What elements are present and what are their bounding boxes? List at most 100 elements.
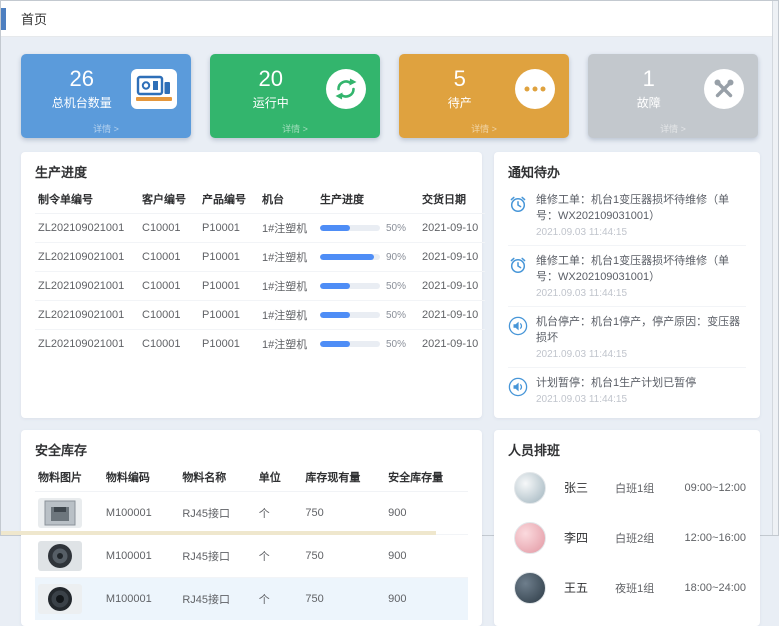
cell-name: RJ45接口 — [179, 491, 255, 534]
progress-percent: 50% — [386, 281, 406, 292]
machine-icon — [131, 69, 177, 109]
staff-schedule-panel: 人员排班 张三 白班1组 09:00~12:00 李四 白班2组 12:00~1… — [494, 430, 760, 626]
detail-link[interactable]: 详情 > — [588, 122, 758, 135]
notification-text-block: 机台停产：机台1停产，停产原因：变压器损坏 2021.09.03 11:44:1… — [536, 315, 746, 360]
notification-timestamp: 2021.09.03 11:44:15 — [536, 227, 746, 238]
cell-customer: C10001 — [139, 214, 199, 243]
cell-name: RJ45接口 — [179, 534, 255, 577]
table-header-row: 物料图片 物料编码 物料名称 单位 库存现有量 安全库存量 — [35, 463, 468, 492]
schedule-row: 李四 白班2组 12:00~16:00 — [508, 513, 746, 563]
detail-link[interactable]: 详情 > — [399, 122, 569, 135]
cell-progress: 50% — [317, 330, 419, 359]
cell-unit: 个 — [256, 491, 303, 534]
progress-fill — [320, 341, 350, 347]
speaker-icon — [508, 377, 528, 397]
col-header-onhand: 库存现有量 — [302, 463, 385, 492]
staff-name: 李四 — [564, 529, 615, 546]
table-row: ZL202109021001 C10001 P10001 1#注塑机 90% 2… — [35, 243, 485, 272]
cell-machine: 1#注塑机 — [259, 272, 317, 301]
cell-safety: 900 — [385, 491, 468, 534]
staff-shift: 白班1组 — [615, 480, 684, 496]
stat-card-fault[interactable]: 1 故障 详情 > — [588, 54, 758, 138]
cell-photo — [35, 577, 103, 620]
staff-time-range: 12:00~16:00 — [685, 532, 746, 544]
ellipsis-icon — [515, 69, 555, 109]
cell-customer: C10001 — [139, 301, 199, 330]
col-header-progress: 生产进度 — [317, 185, 419, 214]
speaker-part-photo — [38, 584, 82, 614]
cell-progress: 50% — [317, 214, 419, 243]
dashboard-window: 首页 26 总机台数量 详情 > — [0, 0, 779, 536]
detail-link[interactable]: 详情 > — [210, 122, 380, 135]
notification-item[interactable]: 维修工单：机台1变压器损坏待维修（单号：WX202109031001） 2021… — [508, 246, 746, 307]
stat-label: 运行中 — [218, 94, 323, 111]
detail-link[interactable]: 详情 > — [21, 122, 191, 135]
page-title-tab[interactable]: 首页 — [21, 9, 47, 28]
panel-title: 生产进度 — [35, 162, 468, 181]
cell-date: 2021-09-10 — [419, 214, 485, 243]
stat-card-body: 5 待产 — [407, 67, 512, 111]
notification-item[interactable]: 机台停产：机台1停产，停产原因：变压器损坏 2021.09.03 11:44:1… — [508, 307, 746, 368]
notification-message: 维修工单：机台1变压器损坏待维修（单号：WX202109031001） — [536, 193, 746, 225]
schedule-row: 王五 夜班1组 18:00~24:00 — [508, 563, 746, 613]
col-header-date: 交货日期 — [419, 185, 485, 214]
stat-value: 1 — [596, 67, 701, 90]
stat-card-running[interactable]: 20 运行中 详情 > — [210, 54, 380, 138]
progress-percent: 50% — [386, 339, 406, 350]
avatar — [514, 572, 546, 604]
cell-progress: 50% — [317, 272, 419, 301]
cell-onhand: 750 — [302, 491, 385, 534]
cell-machine: 1#注塑机 — [259, 330, 317, 359]
table-row: ZL202109021001 C10001 P10001 1#注塑机 50% 2… — [35, 214, 485, 243]
cell-product: P10001 — [199, 214, 259, 243]
alarm-clock-icon — [508, 194, 528, 214]
stat-cards: 26 总机台数量 详情 > 20 运行中 — [21, 54, 758, 138]
table-row: ZL202109021001 C10001 P10001 1#注塑机 50% 2… — [35, 330, 485, 359]
cell-machine: 1#注塑机 — [259, 243, 317, 272]
stat-card-total-machines[interactable]: 26 总机台数量 详情 > — [21, 54, 191, 138]
col-header-code: 物料编码 — [103, 463, 179, 492]
production-table: 制令单编号 客户编号 产品编号 机台 生产进度 交货日期 ZL202109021… — [35, 185, 485, 358]
notification-text-block: 维修工单：机台1变压器损坏待维修（单号：WX202109031001） 2021… — [536, 193, 746, 238]
cell-product: P10001 — [199, 243, 259, 272]
notification-item[interactable]: 计划暂停：机台1生产计划已暂停 2021.09.03 11:44:15 — [508, 368, 746, 412]
progress-fill — [320, 254, 374, 260]
topbar: 首页 — [1, 1, 778, 37]
col-header-order: 制令单编号 — [35, 185, 139, 214]
notification-item[interactable]: 维修工单：机台1变压器损坏待维修（单号：WX202109031001） 2021… — [508, 185, 746, 246]
cell-onhand: 750 — [302, 577, 385, 620]
cell-progress: 90% — [317, 243, 419, 272]
stat-card-body: 20 运行中 — [218, 67, 323, 111]
safety-stock-panel: 安全库存 物料图片 物料编码 物料名称 单位 库存现有量 安全库存量 — [21, 430, 482, 626]
col-header-customer: 客户编号 — [139, 185, 199, 214]
stat-card-pending[interactable]: 5 待产 详情 > — [399, 54, 569, 138]
cell-order: ZL202109021001 — [35, 330, 139, 359]
main-content: 26 总机台数量 详情 > 20 运行中 — [1, 54, 778, 626]
table-header-row: 制令单编号 客户编号 产品编号 机台 生产进度 交货日期 — [35, 185, 485, 214]
bottom-strip — [1, 531, 436, 535]
notification-timestamp: 2021.09.03 11:44:15 — [536, 394, 696, 405]
cell-order: ZL202109021001 — [35, 272, 139, 301]
cell-onhand: 750 — [302, 534, 385, 577]
col-header-machine: 机台 — [259, 185, 317, 214]
notification-message: 维修工单：机台1变压器损坏待维修（单号：WX202109031001） — [536, 254, 746, 286]
cell-code: M100001 — [103, 534, 179, 577]
scrollbar[interactable] — [772, 1, 778, 535]
cell-name: RJ45接口 — [179, 577, 255, 620]
col-header-photo: 物料图片 — [35, 463, 103, 492]
speaker-icon — [508, 316, 528, 336]
col-header-safety: 安全库存量 — [385, 463, 468, 492]
rj45-connector-photo — [38, 498, 82, 528]
notification-timestamp: 2021.09.03 11:44:15 — [536, 349, 746, 360]
staff-name: 王五 — [564, 579, 615, 596]
col-header-product: 产品编号 — [199, 185, 259, 214]
staff-time-range: 09:00~12:00 — [685, 482, 746, 494]
schedule-row: 张三 白班1组 09:00~12:00 — [508, 463, 746, 513]
panel-grid: 生产进度 制令单编号 客户编号 产品编号 机台 生产进度 交货日期 — [21, 152, 758, 626]
active-tab-indicator — [1, 8, 6, 30]
staff-shift: 白班2组 — [615, 530, 684, 546]
col-header-name: 物料名称 — [179, 463, 255, 492]
cell-date: 2021-09-10 — [419, 301, 485, 330]
panel-title: 通知待办 — [508, 162, 746, 181]
progress-track — [320, 283, 380, 289]
